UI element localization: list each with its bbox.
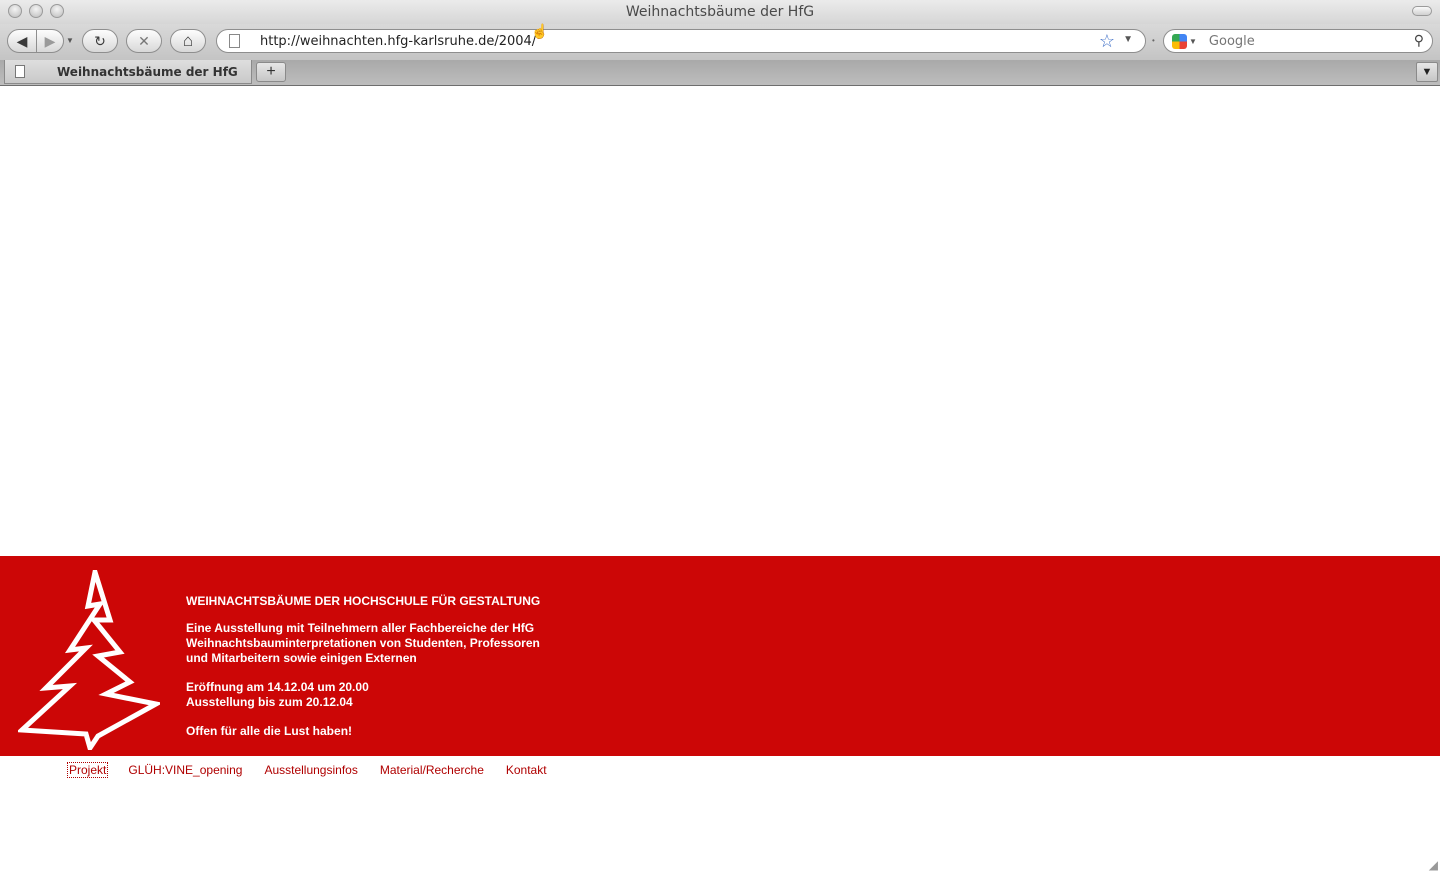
reload-button[interactable]: ↻	[82, 29, 118, 53]
forward-arrow-icon: ▶	[44, 32, 56, 49]
exhibition-end-date: Ausstellung bis zum 20.12.04	[186, 695, 353, 709]
home-button[interactable]: ⌂	[170, 29, 206, 53]
forward-button[interactable]: ▶	[36, 29, 64, 53]
closing-paragraph: Offen für alle die Lust haben!	[186, 724, 540, 739]
dates-paragraph: Eröffnung am 14.12.04 um 20.00 Ausstellu…	[186, 680, 540, 710]
toolbar-toggle-button[interactable]	[1412, 6, 1432, 16]
magnifier-icon[interactable]: ⚲	[1414, 32, 1424, 49]
home-icon: ⌂	[182, 31, 194, 50]
bookmark-dropdown-icon[interactable]: ▼	[1123, 34, 1133, 45]
intro-paragraph: Eine Ausstellung mit Teilnehmern aller F…	[186, 621, 540, 666]
nav-gluehvine-opening[interactable]: GLÜH:VINE_opening	[127, 763, 243, 777]
christmas-tree-icon	[18, 570, 160, 750]
stop-icon: ✕	[138, 32, 150, 49]
tab-bar: Weihnachtsbäume der HfG + ▼	[0, 60, 1440, 86]
star-icon[interactable]: ☆	[1099, 31, 1115, 52]
back-arrow-icon: ◀	[16, 32, 28, 49]
window-titlebar: Weihnachtsbäume der HfG	[0, 0, 1440, 24]
resize-grip-icon[interactable]: ◢	[1429, 858, 1438, 872]
banner-heading: WEIHNACHTSBÄUME DER HOCHSCHULE FÜR GESTA…	[186, 594, 541, 608]
url-text[interactable]: http://weihnachten.hfg-karlsruhe.de/2004…	[260, 34, 536, 49]
site-navigation: Projekt GLÜH:VINE_opening Ausstellungsin…	[66, 762, 548, 778]
nav-material-recherche[interactable]: Material/Recherche	[379, 763, 485, 777]
page-icon	[229, 34, 240, 48]
banner-text: WEIHNACHTSBÄUME DER HOCHSCHULE FÜR GESTA…	[186, 594, 540, 753]
header-banner: WEIHNACHTSBÄUME DER HOCHSCHULE FÜR GESTA…	[0, 556, 1440, 756]
search-input[interactable]	[1206, 32, 1401, 50]
closing-line: Offen für alle die Lust haben!	[186, 724, 353, 738]
search-engine-dropdown-icon[interactable]: ▼	[1189, 37, 1197, 46]
opening-date: Eröffnung am 14.12.04 um 20.00	[186, 680, 369, 694]
intro-line: Eine Ausstellung mit Teilnehmern aller F…	[186, 621, 535, 635]
tab-weihnachtsbaeume[interactable]: Weihnachtsbäume der HfG	[4, 60, 252, 84]
reload-icon: ↻	[94, 32, 106, 49]
splitter-dot-icon[interactable]: •	[1152, 36, 1155, 45]
intro-line: und Mitarbeitern sowie einigen Externen	[186, 651, 417, 665]
tab-label: Weihnachtsbäume der HfG	[57, 64, 238, 79]
back-button[interactable]: ◀	[7, 29, 37, 53]
pointer-cursor-icon: ☝	[531, 23, 549, 39]
tab-list-button[interactable]: ▼	[1416, 62, 1438, 82]
address-bar[interactable]: http://weihnachten.hfg-karlsruhe.de/2004…	[216, 29, 1146, 53]
google-icon[interactable]	[1172, 33, 1187, 49]
window-title: Weihnachtsbäume der HfG	[625, 4, 815, 20]
plus-icon: +	[266, 63, 276, 80]
search-box[interactable]: ▼ ⚲	[1163, 29, 1433, 53]
nav-ausstellungsinfos[interactable]: Ausstellungsinfos	[263, 763, 358, 777]
list-tabs-icon: ▼	[1421, 66, 1433, 78]
nav-kontakt[interactable]: Kontakt	[505, 763, 548, 777]
nav-projekt[interactable]: Projekt	[66, 762, 109, 778]
browser-toolbar: ◀ ▶ ▼ ↻ ✕ ⌂ http://weihnachten.hfg-karls…	[0, 24, 1440, 60]
tab-page-icon	[15, 65, 25, 78]
intro-line: Weihnachtsbauminterpretationen von Stude…	[186, 636, 540, 650]
new-tab-button[interactable]: +	[256, 62, 286, 82]
stop-button[interactable]: ✕	[126, 29, 162, 53]
history-dropdown-icon[interactable]: ▼	[66, 36, 74, 45]
